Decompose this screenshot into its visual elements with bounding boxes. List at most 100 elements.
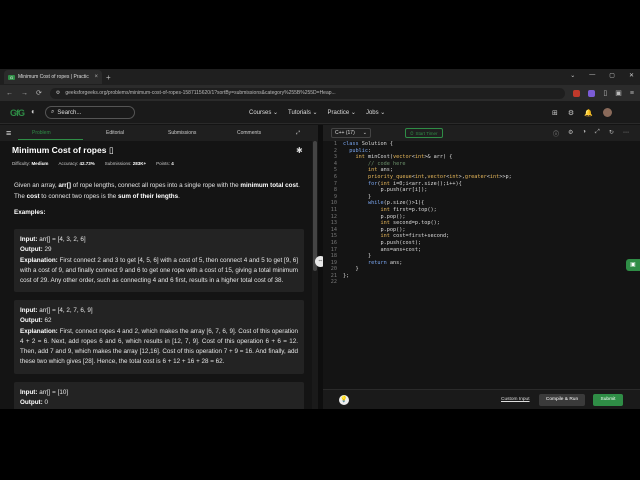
line-number: 22: [330, 279, 337, 286]
line-number: 15: [330, 233, 337, 240]
code-line[interactable]: ans=ans+cost;: [343, 247, 512, 254]
scrollbar-thumb[interactable]: [313, 141, 317, 271]
code-line[interactable]: p.push(arr[i]);: [343, 187, 512, 194]
code-line[interactable]: p.pop();: [343, 227, 512, 234]
problem-meta: Difficulty: Medium Accuracy: 42.73% Subm…: [12, 161, 174, 166]
maximize-icon[interactable]: ▢: [609, 72, 615, 79]
code-line[interactable]: class Solution {: [343, 141, 512, 148]
code-editor[interactable]: 1 2 3 4 5 6 7 8 9 10 11 12 13 14 15 16 17 18 19 20 21 22 clas…: [323, 141, 640, 389]
code-line[interactable]: p.pop();: [343, 214, 512, 221]
tab-title: Minimum Cost of ropes | Practic: [18, 74, 89, 80]
custom-input-link[interactable]: Custom Input: [501, 397, 530, 402]
code-line[interactable]: int ans;: [343, 167, 512, 174]
settings-icon[interactable]: ⚙: [568, 109, 574, 117]
theme-icon[interactable]: ◑: [582, 129, 586, 138]
back-icon[interactable]: ←: [6, 90, 13, 97]
tab-search-icon[interactable]: ⌄: [570, 72, 575, 79]
search-icon: ⌕: [51, 109, 55, 115]
fullscreen-icon[interactable]: ⤢: [296, 130, 300, 136]
sidebar-toggle-icon[interactable]: ▯: [603, 89, 607, 97]
chevron-down-icon: ⌄: [362, 130, 367, 136]
code-line[interactable]: int minCost(vector<int>& arr) {: [343, 154, 512, 161]
code-line[interactable]: };: [343, 273, 512, 280]
close-tab-icon[interactable]: ×: [94, 74, 98, 80]
reload-icon[interactable]: ⟳: [36, 89, 42, 97]
settings-icon[interactable]: ⚙: [568, 129, 573, 138]
nav-jobs[interactable]: Jobs ⌄: [366, 109, 385, 116]
example-box: Input: arr[] = [4, 2, 7, 6, 9] Output: 6…: [14, 300, 304, 374]
example-box: Input: arr[] = [10] Output: 0: [14, 382, 304, 409]
report-bug-icon[interactable]: ✱: [296, 146, 303, 155]
tab-problem[interactable]: Problem: [32, 130, 51, 136]
code-line[interactable]: }: [343, 194, 512, 201]
code-line[interactable]: }: [343, 253, 512, 260]
info-icon[interactable]: ⓘ: [553, 129, 559, 138]
site-header: GfG ◐ ⌕ Search... Courses ⌄ Tutorials ⌄ …: [0, 101, 640, 124]
close-window-icon[interactable]: ✕: [629, 72, 634, 79]
rewards-icon[interactable]: [588, 89, 596, 97]
avatar[interactable]: [602, 108, 612, 117]
code-line[interactable]: p.push(cost);: [343, 240, 512, 247]
nav-practice[interactable]: Practice ⌄: [328, 109, 356, 116]
tab-editorial[interactable]: Editorial: [106, 130, 124, 136]
submit-button[interactable]: Submit: [593, 394, 623, 406]
hamburger-icon[interactable]: ≡: [6, 128, 11, 138]
code-line[interactable]: return ans;: [343, 260, 512, 267]
bookmark-icon[interactable]: ▯: [109, 145, 114, 155]
tab-submissions[interactable]: Submissions: [168, 130, 196, 136]
code-line[interactable]: for(int i=0;i<arr.size();i++){: [343, 181, 512, 188]
tab-comments[interactable]: Comments: [237, 130, 261, 136]
url-text: geeksforgeeks.org/problems/minimum-cost-…: [65, 90, 336, 96]
gfg-assistant-button[interactable]: ▣: [626, 259, 640, 271]
line-number: 12: [330, 213, 337, 220]
line-number: 1: [333, 141, 337, 147]
code-line[interactable]: }: [343, 266, 512, 273]
search-box[interactable]: ⌕ Search...: [45, 106, 135, 119]
editor-footer: 💡 Custom Input Compile & Run Submit: [323, 389, 640, 409]
line-number: 6: [333, 173, 337, 180]
fullscreen-icon[interactable]: ⤢: [595, 129, 600, 138]
forward-icon[interactable]: →: [21, 90, 28, 97]
line-number: 16: [330, 239, 337, 246]
timer-icon: ⏱: [410, 130, 414, 136]
url-field[interactable]: ⚙ geeksforgeeks.org/problems/minimum-cos…: [49, 87, 566, 99]
problem-pane: Minimum Cost of ropes ▯ ✱ Difficulty: Me…: [0, 141, 312, 409]
code-line[interactable]: public:: [343, 148, 512, 155]
language-select[interactable]: C++ (17) ⌄: [331, 128, 371, 138]
site-info-icon[interactable]: ⚙: [56, 90, 60, 96]
line-number: 18: [330, 253, 337, 260]
nav-courses[interactable]: Courses ⌄: [249, 109, 278, 116]
line-number: 11: [330, 206, 337, 213]
line-number: 19: [330, 259, 337, 266]
line-number: 7: [333, 180, 337, 187]
compile-run-button[interactable]: Compile & Run: [539, 394, 585, 406]
code-line[interactable]: int cost=first+second;: [343, 233, 512, 240]
code-line[interactable]: // code here: [343, 161, 512, 168]
more-icon[interactable]: ⋯: [623, 129, 629, 138]
code-line[interactable]: while(p.size()>1){: [343, 200, 512, 207]
hint-bulb-icon[interactable]: 💡: [339, 395, 349, 405]
gfg-favicon-icon: G: [8, 74, 15, 80]
notification-icon[interactable]: 🔔: [584, 109, 593, 117]
browser-tab[interactable]: G Minimum Cost of ropes | Practic ×: [4, 70, 102, 84]
code-area[interactable]: class Solution { public: int minCost(vec…: [343, 141, 512, 286]
new-tab-icon[interactable]: +: [106, 73, 111, 82]
minimize-icon[interactable]: —: [589, 72, 595, 79]
theme-toggle-icon[interactable]: ◐: [31, 107, 36, 116]
reset-icon[interactable]: ↻: [609, 129, 614, 138]
line-number: 2: [333, 147, 337, 154]
brave-shield-icon[interactable]: [573, 89, 581, 97]
line-number: 10: [330, 200, 337, 207]
code-line[interactable]: int first=p.top();: [343, 207, 512, 214]
start-timer-button[interactable]: ⏱ Start Timer: [405, 128, 443, 138]
grid-icon[interactable]: ⊞: [552, 109, 558, 117]
wallet-icon[interactable]: ▣: [615, 89, 622, 97]
code-line[interactable]: [343, 279, 512, 286]
nav-tutorials[interactable]: Tutorials ⌄: [288, 109, 318, 116]
line-number: 5: [333, 167, 337, 174]
code-line[interactable]: priority_queue<int,vector<int>,greater<i…: [343, 174, 512, 181]
menu-icon[interactable]: ≡: [630, 90, 634, 97]
gfg-logo[interactable]: GfG: [10, 108, 25, 118]
code-line[interactable]: int second=p.top();: [343, 220, 512, 227]
line-number: 21: [330, 272, 337, 279]
